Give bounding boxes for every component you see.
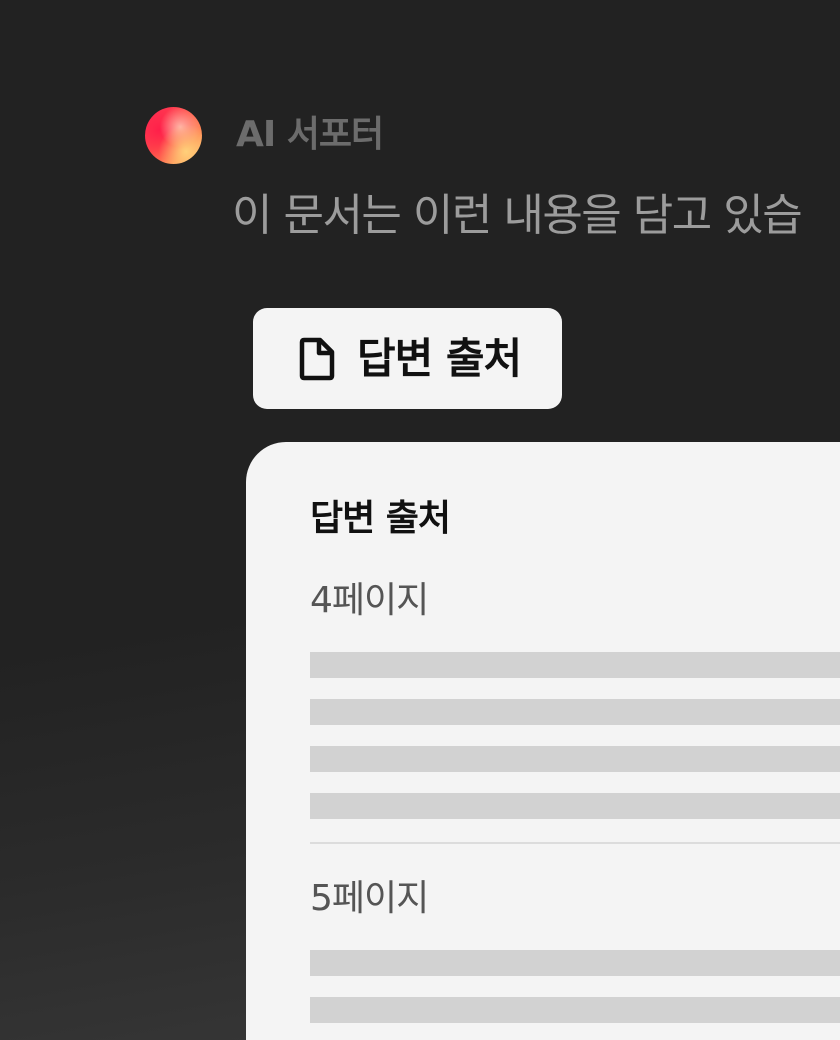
- placeholder-line: [310, 699, 840, 725]
- section-divider: [310, 842, 840, 844]
- placeholder-line: [310, 652, 840, 678]
- placeholder-line: [310, 950, 840, 976]
- assistant-message: 이 문서는 이런 내용을 담고 있습: [232, 190, 803, 241]
- document-icon: [299, 337, 335, 380]
- answer-source-button-label: 답변 출처: [357, 333, 522, 383]
- chat-screen: AI 서포터 이 문서는 이런 내용을 담고 있습 답변 출처 답변 출처 4페…: [0, 0, 840, 1040]
- placeholder-line: [310, 746, 840, 772]
- panel-title: 답변 출처: [310, 498, 451, 539]
- answer-source-button[interactable]: 답변 출처: [253, 308, 562, 409]
- answer-source-panel: 답변 출처 4페이지 5페이지: [246, 442, 840, 1040]
- placeholder-line: [310, 793, 840, 819]
- placeholder-line: [310, 997, 840, 1023]
- page-5-label[interactable]: 5페이지: [310, 874, 429, 924]
- assistant-name: AI 서포터: [236, 114, 384, 155]
- page-4-label[interactable]: 4페이지: [310, 576, 429, 626]
- assistant-avatar: [145, 107, 202, 164]
